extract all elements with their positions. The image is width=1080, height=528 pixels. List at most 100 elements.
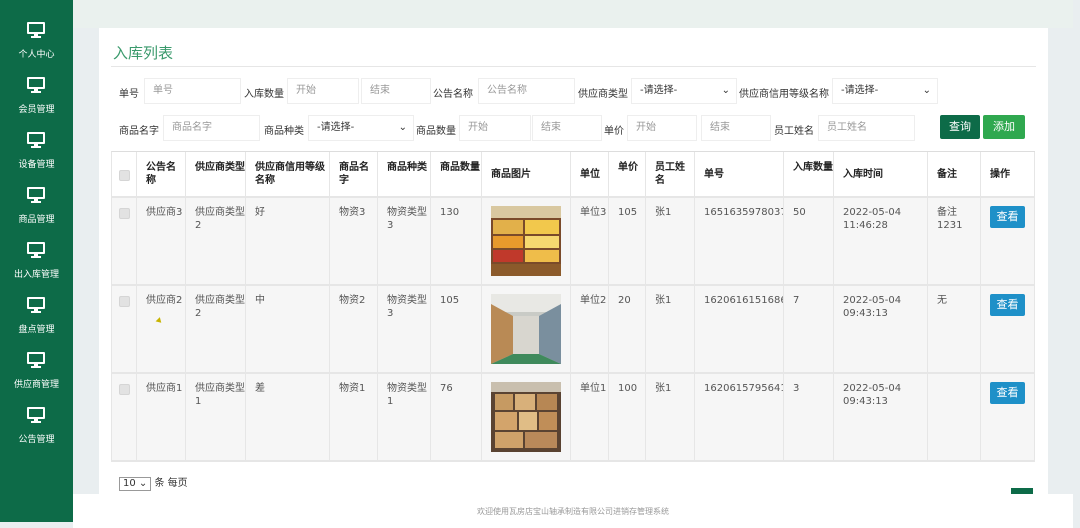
cell-staff: 张1 [646, 374, 695, 460]
price-end-input[interactable]: 结束 [701, 115, 771, 141]
sidebar-item-label: 商品管理 [18, 215, 55, 225]
cell-goods-qty: 76 [431, 374, 482, 460]
goods-type-select[interactable]: -请选择- ⌄ [308, 115, 414, 141]
cell-order-no: 1651635978037 [695, 198, 784, 284]
cell-ruku-qty: 3 [784, 374, 834, 460]
cell-goods-qty: 105 [431, 286, 482, 372]
header-notice: 公告名称 [137, 152, 186, 196]
cell-price: 105 [609, 198, 646, 284]
row-checkbox[interactable] [112, 374, 137, 460]
query-button[interactable]: 查询 [940, 115, 980, 139]
header-order-no: 单号 [695, 152, 784, 196]
view-button[interactable]: 查看 [990, 294, 1025, 316]
cell-credit: 好 [246, 198, 330, 284]
cell-remark: 无 [928, 286, 981, 372]
cell-supplier-type: 供应商类型1 [186, 374, 246, 460]
filter-label-goods-qty: 商品数量 [416, 126, 456, 137]
cell-unit: 单位2 [571, 286, 609, 372]
supplier-type-select[interactable]: -请选择- ⌄ [631, 78, 737, 104]
filter-label-goods-type: 商品种类 [264, 126, 304, 137]
cell-ruku-time: 2022-05-04 11:46:28 [834, 198, 928, 284]
monitor-icon [27, 297, 45, 313]
cell-credit: 差 [246, 374, 330, 460]
sidebar-item-members[interactable]: 会员管理 [0, 77, 73, 129]
header-goods-qty: 商品数量 [431, 152, 482, 196]
footer: 欢迎使用瓦房店宝山轴承制造有限公司进销存管理系统 [73, 494, 1073, 528]
goods-type-value: -请选择- [317, 122, 355, 133]
page-size-suffix: 条 每页 [154, 478, 188, 489]
cell-order-no: 1620615795641 [695, 374, 784, 460]
page-title: 入库列表 [113, 44, 174, 62]
goods-name-input[interactable]: 商品名字 [163, 115, 260, 141]
top-bar [73, 0, 1073, 28]
cell-supplier-type: 供应商类型2 [186, 286, 246, 372]
sidebar-item-personal-center[interactable]: 个人中心 [0, 22, 73, 74]
sidebar-item-suppliers[interactable]: 供应商管理 [0, 352, 73, 404]
select-all-checkbox[interactable] [112, 152, 137, 196]
header-goods-type: 商品种类 [378, 152, 431, 196]
header-action: 操作 [981, 152, 1035, 196]
cell-goods-name: 物资2 [330, 286, 378, 372]
ruku-qty-start-input[interactable]: 开始 [287, 78, 359, 104]
cell-goods-type: 物资类型3 [378, 286, 431, 372]
cell-unit: 单位3 [571, 198, 609, 284]
cell-staff: 张1 [646, 286, 695, 372]
cell-credit: 中 [246, 286, 330, 372]
table-row: 供应商2 供应商类型2 中 物资2 物资类型3 105 单位2 20 张1 16… [112, 286, 1035, 374]
price-start-input[interactable]: 开始 [627, 115, 697, 141]
sidebar-item-inout[interactable]: 出入库管理 [0, 242, 73, 294]
header-credit: 供应商信用等级名称 [246, 152, 330, 196]
notice-input[interactable]: 公告名称 [478, 78, 575, 104]
monitor-icon [27, 22, 45, 38]
monitor-icon [27, 352, 45, 368]
sidebar-item-goods[interactable]: 商品管理 [0, 187, 73, 239]
cell-goods-name: 物资1 [330, 374, 378, 460]
main-panel: 入库列表 单号 单号 入库数量 开始 结束 公告名称 公告名称 供应商类型 -请… [99, 28, 1048, 494]
danhao-input[interactable]: 单号 [144, 78, 241, 104]
cell-goods-image [482, 286, 571, 372]
row-checkbox[interactable] [112, 286, 137, 372]
chevron-down-icon: ⌄ [138, 478, 148, 489]
sidebar: 个人中心 会员管理 设备管理 商品管理 出入库管理 盘点管理 供应商管理 公告管… [0, 0, 73, 522]
goods-qty-start-input[interactable]: 开始 [459, 115, 531, 141]
cell-order-no: 1620616151686 [695, 286, 784, 372]
page-size-value: 10 [123, 478, 136, 489]
sidebar-item-label: 公告管理 [18, 435, 55, 445]
header-ruku-time: 入库时间 [834, 152, 928, 196]
staff-input[interactable]: 员工姓名 [818, 115, 915, 141]
sidebar-item-notices[interactable]: 公告管理 [0, 407, 73, 459]
cell-ruku-qty: 7 [784, 286, 834, 372]
row-checkbox[interactable] [112, 198, 137, 284]
cell-price: 100 [609, 374, 646, 460]
view-button[interactable]: 查看 [990, 382, 1025, 404]
table-header-row: 公告名称 供应商类型 供应商信用等级名称 商品名字 商品种类 商品数量 商品图片… [112, 152, 1035, 198]
cell-goods-name: 物资3 [330, 198, 378, 284]
chevron-down-icon: ⌄ [721, 85, 730, 96]
sidebar-item-label: 供应商管理 [13, 380, 59, 390]
cell-remark: 备注1231 [928, 198, 981, 284]
filter-label-supplier-type: 供应商类型 [578, 89, 628, 100]
cell-supplier-type: 供应商类型2 [186, 198, 246, 284]
header-unit: 单位 [571, 152, 609, 196]
cell-goods-qty: 130 [431, 198, 482, 284]
filter-label-notice: 公告名称 [433, 89, 473, 100]
sidebar-item-devices[interactable]: 设备管理 [0, 132, 73, 184]
title-divider [111, 66, 1036, 67]
monitor-icon [27, 242, 45, 258]
goods-qty-end-input[interactable]: 结束 [532, 115, 602, 141]
ruku-qty-end-input[interactable]: 结束 [361, 78, 431, 104]
credit-select[interactable]: -请选择- ⌄ [832, 78, 938, 104]
add-button[interactable]: 添加 [983, 115, 1025, 139]
sidebar-item-label: 会员管理 [18, 105, 55, 115]
cell-unit: 单位1 [571, 374, 609, 460]
monitor-icon [27, 187, 45, 203]
footer-text: 欢迎使用瓦房店宝山轴承制造有限公司进销存管理系统 [477, 507, 669, 516]
sidebar-item-inventory[interactable]: 盘点管理 [0, 297, 73, 349]
data-table: 公告名称 供应商类型 供应商信用等级名称 商品名字 商品种类 商品数量 商品图片… [111, 151, 1035, 462]
cell-notice: 供应商3 [137, 198, 186, 284]
sidebar-item-label: 盘点管理 [18, 325, 55, 335]
cell-goods-type: 物资类型1 [378, 374, 431, 460]
view-button[interactable]: 查看 [990, 206, 1025, 228]
filter-label-price: 单价 [604, 126, 624, 137]
page-size-select[interactable]: 10 ⌄ [119, 477, 152, 491]
